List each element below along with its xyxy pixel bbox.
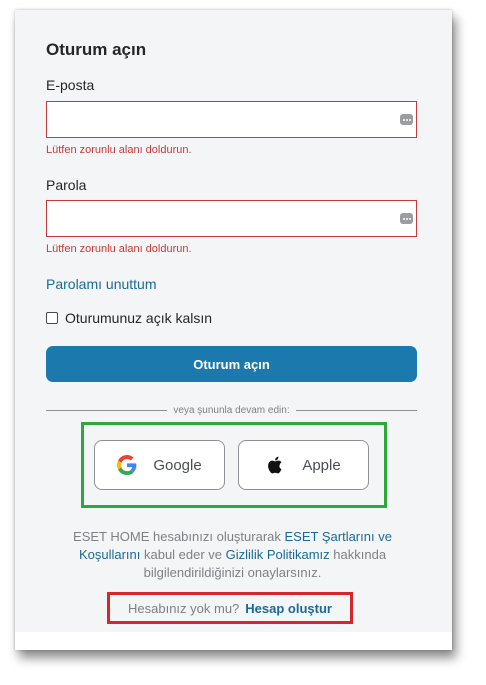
forgot-password-link[interactable]: Parolamı unuttum	[46, 276, 157, 292]
divider-line-left	[46, 409, 168, 411]
signin-button[interactable]: Oturum açın	[46, 346, 417, 382]
google-signin-button[interactable]: Google	[94, 440, 225, 490]
divider-text: veya şununla devam edin:	[173, 404, 290, 416]
email-field[interactable]	[46, 101, 417, 138]
page-title: Oturum açın	[46, 40, 147, 59]
google-button-label: Google	[153, 456, 202, 474]
remember-me-option[interactable]: Oturumunuz açık kalsın	[46, 310, 212, 326]
password-field[interactable]	[46, 200, 417, 237]
signup-prompt: Hesabınız yok mu? Hesap oluştur	[107, 592, 353, 624]
password-error-message: Lütfen zorunlu alanı doldurun.	[46, 243, 192, 255]
remember-me-label: Oturumunuz açık kalsın	[65, 310, 213, 326]
create-account-link[interactable]: Hesap oluştur	[245, 601, 332, 616]
email-label: E-posta	[46, 77, 95, 93]
or-divider: veya şununla devam edin:	[46, 403, 417, 417]
apple-logo-icon	[268, 456, 282, 474]
password-manager-icon[interactable]	[400, 114, 413, 125]
email-error-message: Lütfen zorunlu alanı doldurun.	[46, 144, 192, 156]
no-account-text: Hesabınız yok mu?	[128, 600, 240, 616]
password-manager-icon[interactable]	[400, 213, 413, 224]
privacy-policy-link[interactable]: Gizlilik Politikamız	[226, 547, 330, 562]
apple-button-label: Apple	[302, 456, 341, 474]
terms-middle: kabul eder ve	[140, 547, 226, 562]
apple-signin-button[interactable]: Apple	[238, 440, 369, 490]
divider-line-right	[295, 409, 417, 411]
screenshot-frame: Oturum açın E-posta Lütfen zorunlu alanı…	[15, 10, 452, 650]
password-label: Parola	[46, 177, 87, 193]
google-logo-icon	[117, 455, 137, 475]
login-panel: Oturum açın E-posta Lütfen zorunlu alanı…	[15, 10, 452, 632]
remember-me-checkbox[interactable]	[46, 312, 58, 324]
terms-prefix: ESET HOME hesabınızı oluşturarak	[73, 529, 285, 544]
terms-notice: ESET HOME hesabınızı oluşturarak ESET Şa…	[45, 528, 420, 582]
